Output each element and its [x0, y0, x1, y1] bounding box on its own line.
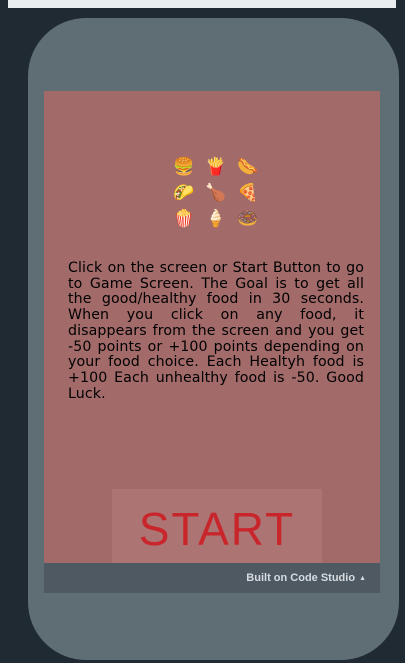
donut-icon: 🍩	[237, 208, 259, 229]
start-button[interactable]: START	[112, 489, 322, 563]
ice-cream-icon: 🍦	[205, 208, 227, 229]
pizza-icon: 🍕	[237, 182, 259, 203]
burger-icon: 🍔	[173, 156, 195, 177]
caret-up-icon: ▲	[359, 574, 366, 582]
instructions-text: Click on the screen or Start Button to g…	[68, 260, 364, 402]
footer-label: Built on Code Studio	[246, 572, 356, 584]
chicken-icon: 🍗	[205, 182, 227, 203]
fries-icon: 🍟	[205, 156, 227, 177]
window-top-edge	[8, 0, 396, 8]
food-icon-grid: 🍔 🍟 🌭 🌮 🍗 🍕 🍿 🍦 🍩	[168, 155, 264, 231]
popcorn-icon: 🍿	[173, 208, 195, 229]
app-screen[interactable]: 🍔 🍟 🌭 🌮 🍗 🍕 🍿 🍦 🍩 Click on the screen or Start B…	[44, 91, 380, 563]
built-on-code-studio-link[interactable]: Built on Code Studio ▲	[246, 572, 366, 584]
hotdog-icon: 🌭	[237, 156, 259, 177]
taco-icon: 🌮	[173, 182, 195, 203]
code-studio-footer: Built on Code Studio ▲	[44, 563, 380, 593]
